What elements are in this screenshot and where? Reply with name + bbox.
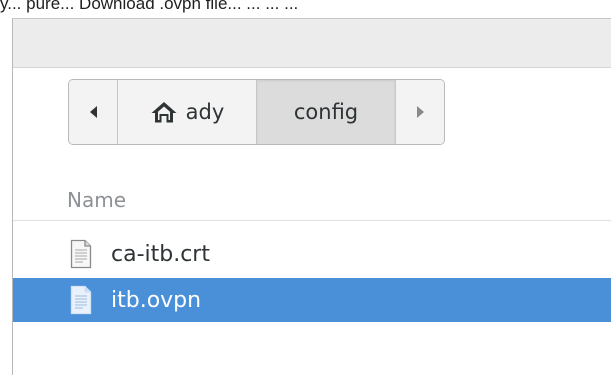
- file-row-ca-itb-crt[interactable]: ca-itb.crt: [13, 232, 611, 276]
- go-forward-icon: [416, 106, 424, 118]
- file-name-label: ca-itb.crt: [111, 241, 210, 267]
- file-manager-window: ady config Name ca-itb.crt itb.ovpn: [12, 18, 611, 375]
- text-file-icon: [70, 239, 92, 269]
- name-column-header[interactable]: Name: [13, 179, 611, 221]
- screenshot: y... pure... Download .ovpn file... ... …: [0, 0, 611, 375]
- path-segment-home-label: ady: [185, 100, 225, 124]
- path-back-button[interactable]: [69, 80, 118, 144]
- window-header-strip: [13, 19, 611, 68]
- cropped-caption-text: y... pure... Download .ovpn file... ... …: [0, 0, 299, 13]
- text-file-icon: [70, 285, 92, 315]
- path-segment-config-label: config: [293, 100, 359, 124]
- file-name-label: itb.ovpn: [111, 287, 202, 313]
- file-row-itb-ovpn[interactable]: itb.ovpn: [13, 278, 611, 322]
- path-segment-home[interactable]: ady: [118, 80, 257, 144]
- path-segment-config[interactable]: config: [257, 80, 396, 144]
- path-forward-button[interactable]: [396, 80, 444, 144]
- path-bar: ady config: [68, 79, 445, 145]
- go-back-icon: [89, 106, 97, 118]
- home-icon: [151, 102, 177, 123]
